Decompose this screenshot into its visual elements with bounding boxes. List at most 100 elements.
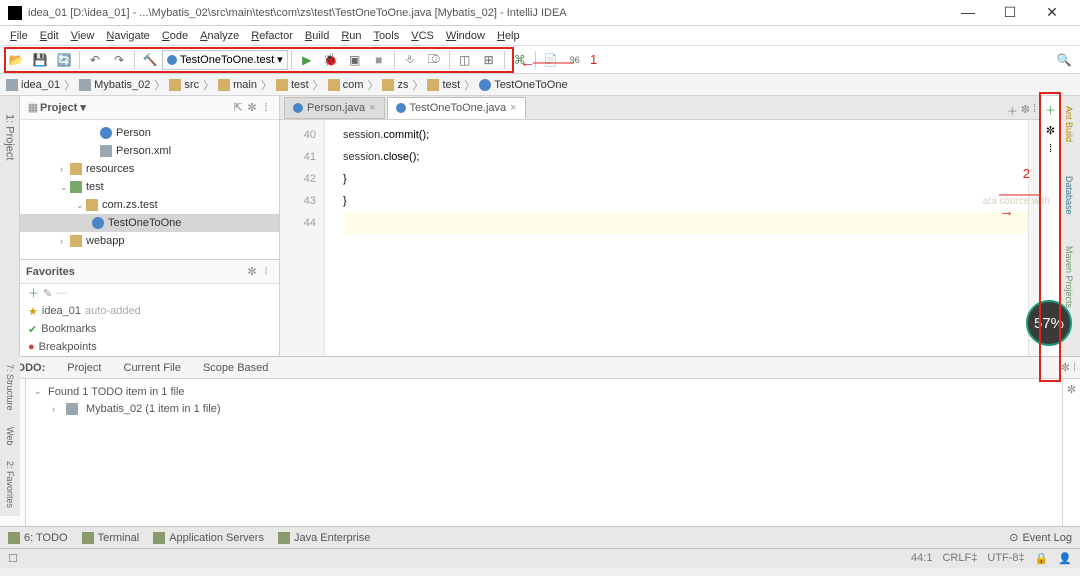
crumb-src[interactable]: src — [169, 79, 199, 91]
tab-tool-icon[interactable]: ⁞ — [1033, 103, 1036, 119]
hammer-icon[interactable]: 🔨 — [141, 51, 159, 69]
crumb-zs[interactable]: zs — [382, 79, 408, 91]
bottom-Terminal[interactable]: Terminal — [82, 532, 140, 544]
menu-help[interactable]: Help — [493, 30, 524, 42]
sync-icon[interactable]: 🔄 — [55, 51, 73, 69]
crumb-Mybatis_02[interactable]: Mybatis_02 — [79, 79, 150, 91]
tree-item-webapp[interactable]: ›webapp — [20, 232, 279, 250]
event-log[interactable]: ⊙ Event Log — [1009, 531, 1072, 544]
lock-icon[interactable]: 🔒 — [1035, 552, 1049, 565]
tab-tool-icon[interactable]: ✼ — [1021, 103, 1030, 119]
menu-tools[interactable]: Tools — [370, 30, 404, 42]
stop-icon[interactable]: ■ — [370, 51, 388, 69]
status-icon[interactable]: ☐ — [8, 552, 18, 565]
tool-icon-2[interactable]: ⎄ — [425, 51, 443, 69]
bottom-6: TODO[interactable]: 6: TODO — [8, 532, 68, 544]
caret-position[interactable]: 44:1 — [911, 552, 932, 565]
menu-refactor[interactable]: Refactor — [247, 30, 297, 42]
tab-tool-icon[interactable]: ＋ — [1007, 103, 1018, 119]
debug-icon[interactable]: 🐞 — [322, 51, 340, 69]
line-separator[interactable]: CRLF‡ — [942, 552, 977, 565]
menu-edit[interactable]: Edit — [36, 30, 63, 42]
run-icon[interactable]: ▶ — [298, 51, 316, 69]
tool-icon-1[interactable]: ⎀ — [401, 51, 419, 69]
menu-code[interactable]: Code — [158, 30, 192, 42]
tree-item-test[interactable]: ⌄test — [20, 178, 279, 196]
save-icon[interactable]: 💾 — [31, 51, 49, 69]
fav-Breakpoints[interactable]: ●Breakpoints — [20, 338, 279, 356]
favorites-title: Favorites — [26, 266, 245, 278]
tab-favorites[interactable]: 2: Favorites — [5, 461, 15, 508]
tree-item-com.zs.test[interactable]: ⌄com.zs.test — [20, 196, 279, 214]
menu-navigate[interactable]: Navigate — [102, 30, 153, 42]
project-panel-title[interactable]: Project ▾ — [40, 101, 231, 114]
bottom-Application Servers[interactable]: Application Servers — [153, 532, 264, 544]
tab-database[interactable]: Database — [1064, 176, 1074, 215]
search-icon[interactable]: 🔍 — [1055, 51, 1073, 69]
fav-idea_01[interactable]: ★idea_01 auto-added — [20, 302, 279, 320]
tab-Person.java[interactable]: Person.java× — [284, 97, 385, 119]
todo-tab-Project[interactable]: Project — [61, 362, 107, 374]
tab-maven[interactable]: Maven Projects — [1064, 246, 1074, 308]
inspector-icon[interactable]: 👤 — [1058, 552, 1072, 565]
close-tab-icon[interactable]: × — [369, 102, 375, 114]
menu-bar: File Edit ViewNavigate Code Analyze Refactor B… — [0, 26, 1080, 46]
tab-structure[interactable]: 7: Structure — [5, 364, 15, 411]
tab-project[interactable]: 1: Project — [2, 112, 18, 162]
tree-item-resources[interactable]: ›resources — [20, 160, 279, 178]
crumb-idea_01[interactable]: idea_01 — [6, 79, 60, 91]
gear-icon[interactable]: ✼ — [245, 265, 259, 278]
todo-summary: Found 1 TODO item in 1 file — [48, 386, 185, 398]
crumb-com[interactable]: com — [328, 79, 364, 91]
tool-icon-5[interactable]: ⌘ — [511, 51, 529, 69]
project-tree[interactable]: PersonPerson.xml›resources⌄test⌄com.zs.t… — [20, 120, 279, 259]
crumb-test[interactable]: test — [276, 79, 309, 91]
tool-icon-4[interactable]: ⊞ — [480, 51, 498, 69]
close-tab-icon[interactable]: × — [510, 102, 516, 114]
tool-icon-3[interactable]: ◫ — [456, 51, 474, 69]
todo-tab-Current File[interactable]: Current File — [118, 362, 187, 374]
tab-web[interactable]: Web — [5, 427, 15, 445]
todo-content[interactable]: ⌄Found 1 TODO item in 1 file ›Mybatis_02… — [26, 379, 1062, 526]
menu-run[interactable]: Run — [337, 30, 365, 42]
hide-icon[interactable]: ⁞ — [259, 102, 273, 114]
menu-vcs[interactable]: VCS — [407, 30, 438, 42]
collapse-icon[interactable]: ⇱ — [231, 101, 245, 114]
menu-build[interactable]: Build — [301, 30, 333, 42]
crumb-TestOneToOne[interactable]: TestOneToOne — [479, 79, 567, 91]
gear-icon[interactable]: ✼ — [245, 101, 259, 114]
run-config-selector[interactable]: TestOneToOne.test ▾ — [162, 50, 288, 70]
tree-item-TestOneToOne[interactable]: TestOneToOne — [20, 214, 279, 232]
hide-icon[interactable]: ⁞ — [1049, 143, 1052, 155]
tool-icon-6[interactable]: 📄 — [542, 51, 560, 69]
hide-icon[interactable]: ⁞ — [259, 266, 273, 278]
todo-module-row[interactable]: Mybatis_02 (1 item in 1 file) — [86, 403, 221, 415]
plus-icon[interactable]: ＋ — [1045, 102, 1056, 118]
maximize-button[interactable]: ☐ — [990, 3, 1030, 23]
tree-item-Person.xml[interactable]: Person.xml — [20, 142, 279, 160]
menu-analyze[interactable]: Analyze — [196, 30, 243, 42]
fav-Bookmarks[interactable]: ✔Bookmarks — [20, 320, 279, 338]
gear-icon[interactable]: ✼ — [1067, 384, 1076, 396]
close-button[interactable]: ✕ — [1032, 3, 1072, 23]
crumb-main[interactable]: main — [218, 79, 257, 91]
code-editor[interactable]: session.commit(); session.close(); } } — [325, 120, 1028, 356]
tab-TestOneToOne.java[interactable]: TestOneToOne.java× — [387, 97, 526, 119]
gear-icon[interactable]: ✼ — [1046, 124, 1055, 137]
counter-badge[interactable]: 96 — [566, 51, 584, 69]
menu-view[interactable]: View — [67, 30, 99, 42]
file-encoding[interactable]: UTF-8‡ — [987, 552, 1024, 565]
coverage-icon[interactable]: ▣ — [346, 51, 364, 69]
bottom-Java Enterprise[interactable]: Java Enterprise — [278, 532, 370, 544]
undo-icon[interactable]: ↶ — [86, 51, 104, 69]
crumb-test[interactable]: test — [427, 79, 460, 91]
tree-item-Person[interactable]: Person — [20, 124, 279, 142]
open-icon[interactable]: 📂 — [7, 51, 25, 69]
tab-ant-build[interactable]: Ant Build — [1064, 106, 1074, 142]
todo-tab-Scope Based[interactable]: Scope Based — [197, 362, 274, 374]
plus-icon[interactable]: ＋ — [28, 285, 39, 301]
minimize-button[interactable]: — — [948, 3, 988, 23]
menu-window[interactable]: Window — [442, 30, 489, 42]
menu-file[interactable]: File — [6, 30, 32, 42]
redo-icon[interactable]: ↷ — [110, 51, 128, 69]
